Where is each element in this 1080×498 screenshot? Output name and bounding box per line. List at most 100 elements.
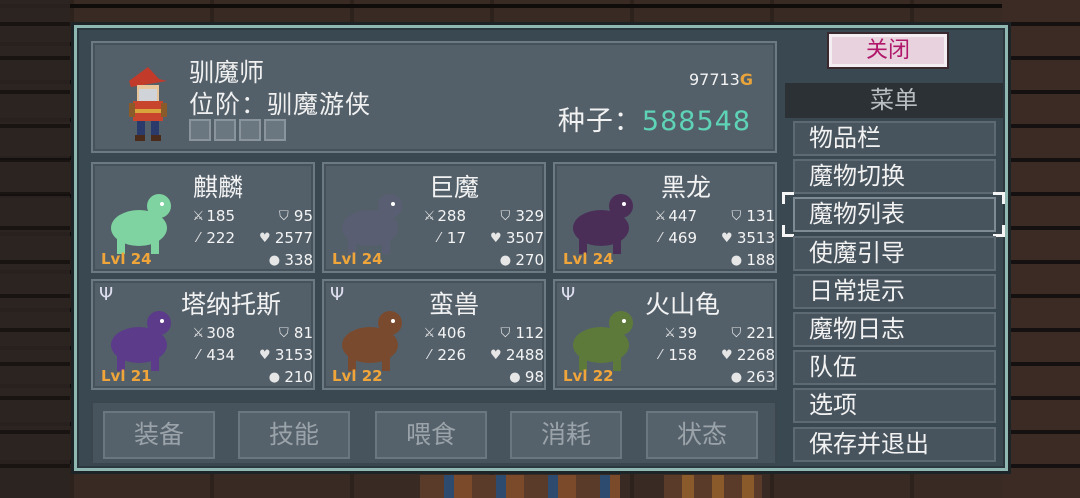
monster-level: Lvl 21: [101, 367, 152, 385]
rank-badge-icon: [189, 119, 211, 141]
monster-stats: ⚔ 39 ⛉ 221 ⁄ 158 ♥ 2268 ● 263: [641, 322, 775, 388]
rank-badge-icon: [214, 119, 236, 141]
menu-item[interactable]: 魔物列表: [793, 197, 996, 233]
monster-card[interactable]: Ψ 塔纳托斯 ⚔ 308 ⛉ 81 ⁄ 434 ♥ 3153 ● 210 Lvl…: [91, 279, 315, 390]
sword-icon: ⚔: [192, 325, 205, 341]
monster-card[interactable]: Ψ 火山龟 ⚔ 39 ⛉ 221 ⁄ 158 ♥ 2268 ● 263 Lvl …: [553, 279, 777, 390]
menu-item[interactable]: 队伍: [793, 350, 996, 386]
sword-icon: ⚔: [654, 208, 667, 224]
monster-name: 蛮兽: [429, 290, 480, 319]
monster-name: 黑龙: [661, 173, 712, 202]
sword-icon: ⚔: [423, 208, 436, 224]
food-icon: ●: [268, 369, 281, 385]
monster-name: 麒麟: [193, 173, 244, 202]
magic-stat: 226: [437, 346, 466, 364]
extra-stat: 270: [515, 251, 544, 269]
gold-icon: G: [739, 70, 753, 89]
wand-icon: ⁄: [659, 230, 662, 246]
feed-button[interactable]: 喂食: [375, 411, 487, 459]
dungeon-wall-right: [1002, 0, 1080, 498]
food-icon: ●: [730, 369, 743, 385]
food-icon: ●: [268, 252, 281, 268]
heart-icon: ♥: [720, 347, 733, 363]
gold-counter: 97713G: [689, 70, 753, 89]
defense-stat: 95: [293, 207, 313, 225]
monster-name: 火山龟: [645, 290, 721, 319]
hp-stat: 2268: [736, 346, 775, 364]
skills-button[interactable]: 技能: [238, 411, 350, 459]
attack-stat: 288: [437, 207, 466, 225]
defense-stat: 131: [746, 207, 775, 225]
gold-value: 97713: [688, 70, 740, 89]
magic-stat: 434: [206, 346, 235, 364]
hp-stat: 3513: [736, 229, 775, 247]
attack-stat: 39: [677, 324, 697, 342]
heart-icon: ♥: [258, 230, 271, 246]
extra-stat: 98: [524, 368, 544, 386]
seed-counter: 种子：588548: [558, 99, 751, 138]
shield-icon: ⛉: [279, 208, 289, 224]
extra-stat: 263: [746, 368, 775, 386]
extra-stat: 188: [746, 251, 775, 269]
menu-item[interactable]: 使魔引导: [793, 235, 996, 271]
monster-card[interactable]: Ψ 蛮兽 ⚔ 406 ⛉ 112 ⁄ 226 ♥ 2488 ● 98 Lvl 2…: [322, 279, 546, 390]
monster-level: Lvl 24: [563, 250, 614, 268]
hp-stat: 3507: [505, 229, 544, 247]
monster-sprite: [111, 311, 171, 371]
shield-icon: ⛉: [500, 325, 511, 341]
extra-stat: 210: [284, 368, 313, 386]
hero-name: 驯魔师: [189, 58, 265, 87]
menu-item[interactable]: 日常提示: [793, 273, 996, 309]
bookshelf-decoration: [420, 475, 620, 498]
hp-stat: 2577: [274, 229, 313, 247]
consume-button[interactable]: 消耗: [510, 411, 622, 459]
magic-stat: 222: [206, 229, 235, 247]
menu-item[interactable]: 保存并退出: [793, 426, 996, 462]
action-bar: 装备 技能 喂食 消耗 状态: [91, 401, 777, 465]
heart-icon: ♥: [720, 230, 733, 246]
monster-stats: ⚔ 308 ⛉ 81 ⁄ 434 ♥ 3153 ● 210: [179, 322, 313, 388]
heart-icon: ♥: [489, 347, 502, 363]
menu-item[interactable]: 魔物切换: [793, 159, 996, 195]
hero-panel: 驯魔师 位阶：驯魔游侠 97713G 种子：588548: [91, 41, 777, 153]
wand-icon: ⁄: [659, 347, 662, 363]
monster-sprite: [573, 311, 633, 371]
food-icon: ●: [730, 252, 743, 268]
defense-stat: 221: [746, 324, 775, 342]
defense-stat: 112: [515, 324, 544, 342]
dungeon-wall-left: [0, 0, 70, 498]
sword-icon: ⚔: [423, 325, 436, 341]
food-icon: ●: [499, 252, 512, 268]
status-button[interactable]: 状态: [646, 411, 758, 459]
magic-stat: 17: [446, 229, 466, 247]
close-button[interactable]: 关闭: [829, 34, 947, 67]
menu-item[interactable]: 物品栏: [793, 121, 996, 156]
wand-icon: ⁄: [428, 347, 431, 363]
shelf-decoration: [664, 475, 762, 498]
monster-level: Lvl 24: [101, 250, 152, 268]
menu-item[interactable]: 魔物日志: [793, 312, 996, 347]
monster-level: Lvl 24: [332, 250, 383, 268]
hp-stat: 2488: [505, 346, 544, 364]
menu-title: 菜单: [785, 83, 1003, 118]
equip-button[interactable]: 装备: [103, 411, 215, 459]
wand-icon: ⁄: [437, 230, 440, 246]
monster-name: 塔纳托斯: [181, 290, 282, 319]
monster-sprite: [342, 194, 402, 254]
monster-card[interactable]: 麒麟 ⚔ 185 ⛉ 95 ⁄ 222 ♥ 2577 ● 338 Lvl 24: [91, 162, 315, 273]
shield-icon: ⛉: [500, 208, 511, 224]
food-icon: ●: [509, 369, 521, 385]
extra-stat: 338: [284, 251, 313, 269]
hp-stat: 3153: [274, 346, 313, 364]
monster-card[interactable]: 黑龙 ⚔ 447 ⛉ 131 ⁄ 469 ♥ 3513 ● 188 Lvl 24: [553, 162, 777, 273]
magic-stat: 158: [668, 346, 697, 364]
seeds-label: 种子：: [557, 106, 642, 137]
hero-sprite: [129, 67, 167, 141]
monster-stats: ⚔ 447 ⛉ 131 ⁄ 469 ♥ 3513 ● 188: [641, 205, 775, 271]
monster-level: Lvl 22: [563, 367, 614, 385]
monster-card[interactable]: 巨魔 ⚔ 288 ⛉ 329 ⁄ 17 ♥ 3507 ● 270 Lvl 24: [322, 162, 546, 273]
monster-stats: ⚔ 288 ⛉ 329 ⁄ 17 ♥ 3507 ● 270: [410, 205, 544, 271]
monster-sprite: [573, 194, 633, 254]
monster-stats: ⚔ 185 ⛉ 95 ⁄ 222 ♥ 2577 ● 338: [179, 205, 313, 271]
menu-item[interactable]: 选项: [793, 388, 996, 424]
